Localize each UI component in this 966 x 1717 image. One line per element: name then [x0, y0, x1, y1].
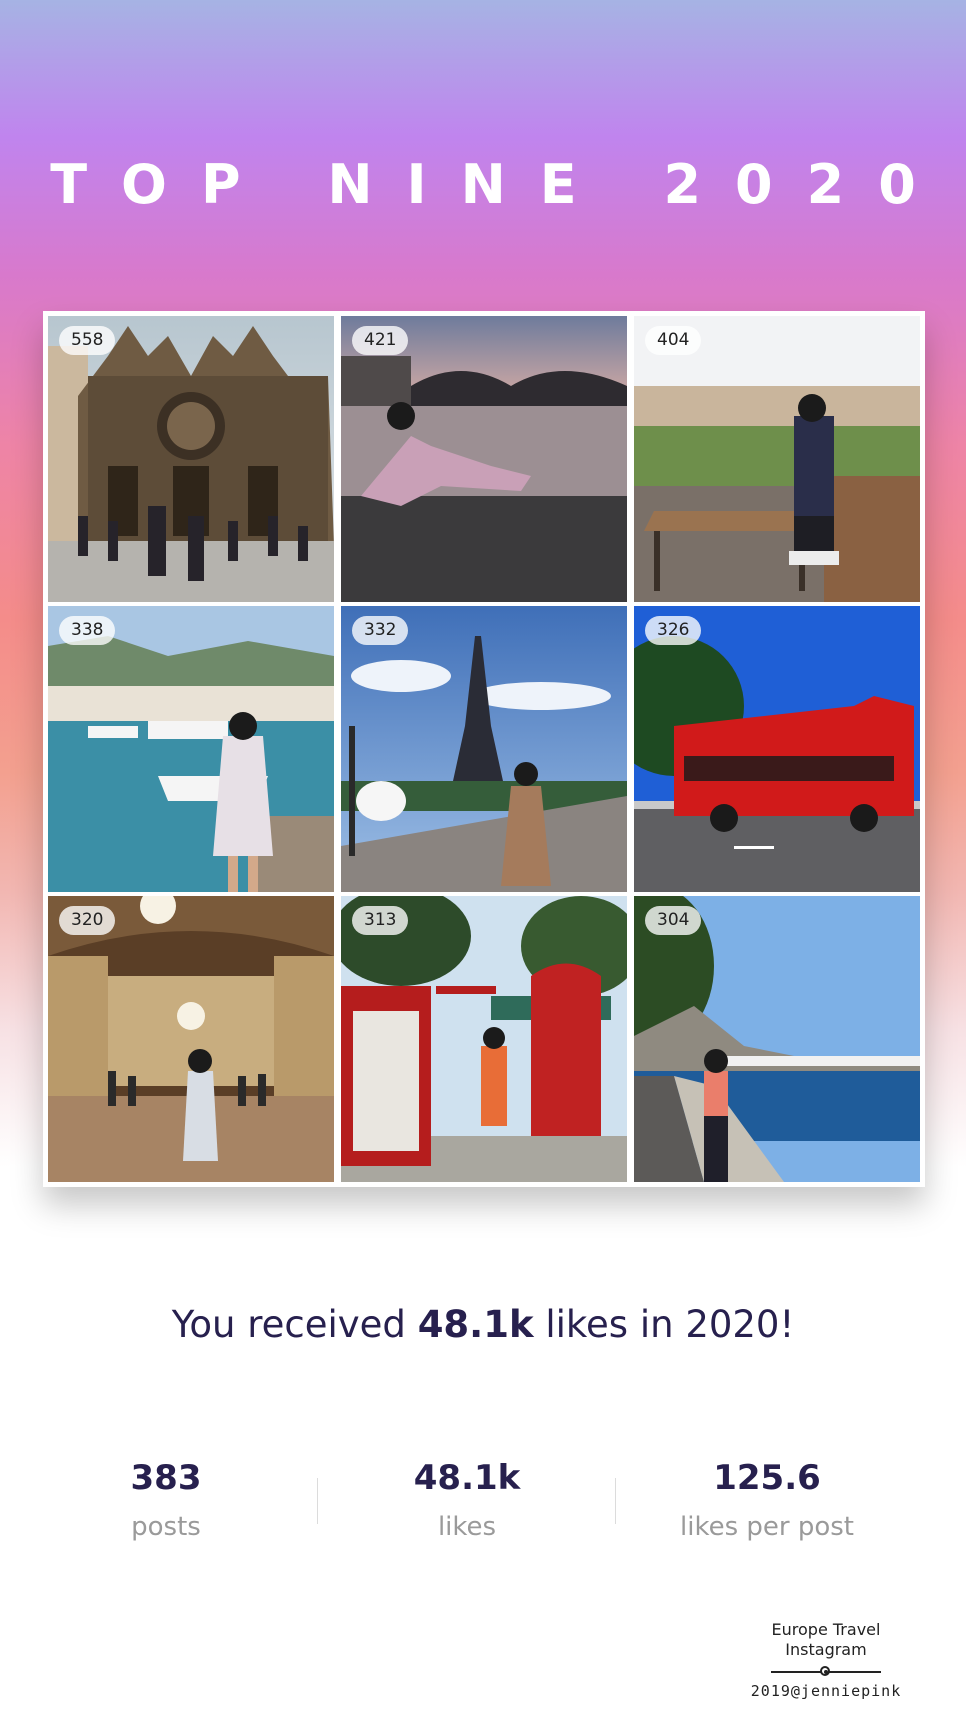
- photo-tile[interactable]: 332: [341, 606, 627, 892]
- stat-label: posts: [131, 1512, 201, 1542]
- stat-divider: [615, 1478, 616, 1524]
- summary-suffix: likes in 2020!: [533, 1303, 795, 1346]
- signature-handle: 2019@jenniepink: [750, 1682, 902, 1700]
- photo-tile[interactable]: 421: [341, 316, 627, 602]
- photo-seaside-promenade: [634, 896, 920, 1182]
- stats-row: 383 posts 48.1k likes 125.6 likes per po…: [0, 1458, 966, 1578]
- stat-posts: 383 posts: [26, 1458, 306, 1542]
- signature: Europe Travel Instagram 2019@jenniepink: [746, 1620, 906, 1700]
- photo-gothic-cathedral: [48, 316, 334, 602]
- photo-red-post-booth: [341, 896, 627, 1182]
- photo-harbor-boats: [48, 606, 334, 892]
- like-count-badge: 558: [59, 326, 116, 355]
- photo-hall-of-mirrors: [48, 896, 334, 1182]
- like-count-badge: 404: [645, 326, 702, 355]
- like-count-badge: 313: [352, 906, 409, 935]
- stat-likes: 48.1k likes: [327, 1458, 607, 1542]
- stat-label: likes per post: [680, 1512, 854, 1542]
- stat-divider: [317, 1478, 318, 1524]
- photo-tile[interactable]: 338: [48, 606, 334, 892]
- photo-red-tour-bus: [634, 606, 920, 892]
- like-count-badge: 320: [59, 906, 116, 935]
- stat-value: 48.1k: [413, 1458, 521, 1498]
- signature-line2: Instagram: [785, 1640, 867, 1659]
- summary-highlight: 48.1k: [417, 1303, 534, 1346]
- photo-tile[interactable]: 313: [341, 896, 627, 1182]
- photo-tile[interactable]: 404: [634, 316, 920, 602]
- ornament-divider-icon: [771, 1664, 881, 1680]
- summary-prefix: You received: [171, 1303, 418, 1346]
- stat-value: 125.6: [713, 1458, 821, 1498]
- photo-tile[interactable]: 558: [48, 316, 334, 602]
- photo-tile[interactable]: 320: [48, 896, 334, 1182]
- page-title: TOP NINE 2020: [50, 153, 950, 216]
- like-count-badge: 326: [645, 616, 702, 645]
- photo-eiffel-tower: [341, 606, 627, 892]
- photo-river-bridge-sunset: [341, 316, 627, 602]
- stat-likes-per-post: 125.6 likes per post: [627, 1458, 907, 1542]
- photo-cafe-terrace-city-view: [634, 316, 920, 602]
- signature-line1: Europe Travel: [771, 1620, 881, 1639]
- stat-label: likes: [437, 1512, 497, 1542]
- top-nine-grid: 558 421 404 338 332 326 320 313 304: [48, 316, 920, 1182]
- stat-value: 383: [130, 1458, 202, 1498]
- like-count-badge: 338: [59, 616, 116, 645]
- photo-tile[interactable]: 326: [634, 606, 920, 892]
- like-count-badge: 304: [645, 906, 702, 935]
- photo-tile[interactable]: 304: [634, 896, 920, 1182]
- top-nine-grid-frame: 558 421 404 338 332 326 320 313 304: [43, 311, 925, 1187]
- likes-summary: You received 48.1k likes in 2020!: [0, 1303, 966, 1346]
- like-count-badge: 332: [352, 616, 409, 645]
- like-count-badge: 421: [352, 326, 409, 355]
